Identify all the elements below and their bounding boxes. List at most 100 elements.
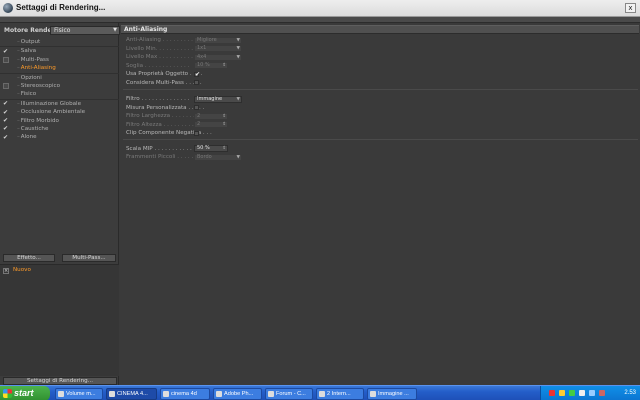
- stepper-arrows-icon: ⇕: [222, 63, 226, 68]
- filter-height-stepper[interactable]: 2 ⇕: [194, 121, 228, 128]
- settings-list-item-label: Nuovo: [13, 267, 31, 273]
- taskbar-task[interactable]: Volume m...: [55, 388, 103, 400]
- tree-item-multi-pass[interactable]: Multi-Pass: [0, 56, 119, 64]
- mip-scale-label: Scala MIP . . . . . . . . . . . .: [126, 145, 196, 152]
- task-app-icon: [216, 391, 222, 397]
- filter-width-stepper[interactable]: 2 ⇕: [194, 112, 228, 120]
- small-fragments-value: Bordo: [197, 153, 212, 160]
- tree-item-output[interactable]: Output: [0, 38, 119, 46]
- filter-height-row: Filtro Altezza . . . . . . . . . 2 ⇕: [126, 121, 426, 129]
- threshold-stepper[interactable]: 10 % ⇕: [194, 62, 228, 69]
- settings-tree: Output ✔ SalvaMulti-PassAnti-Aliasing Opzio…: [0, 38, 119, 142]
- filter-value: Immagine: [197, 95, 223, 102]
- filter-label: Filtro . . . . . . . . . . . . . .: [126, 96, 190, 102]
- security-icon[interactable]: [599, 390, 605, 396]
- clock: 2.53: [624, 390, 636, 396]
- tree-item-checkbox[interactable]: ✔: [3, 118, 9, 124]
- start-button[interactable]: start: [0, 386, 50, 400]
- stepper-arrows-icon: ⇕: [222, 113, 226, 119]
- task-app-icon: [268, 391, 274, 397]
- tree-item-checkbox[interactable]: ✔: [3, 48, 9, 55]
- renderer-select[interactable]: Fisico ▼: [50, 26, 120, 35]
- use-object-props-row: Usa Proprietà Oggetto . . . . ✔: [126, 70, 426, 78]
- tree-item-checkbox[interactable]: ✔: [3, 101, 9, 107]
- tree-item-alone[interactable]: ✔ Alone: [0, 133, 119, 141]
- chevron-down-icon: ▼: [236, 37, 240, 43]
- title-bar: Settaggi di Rendering... x: [0, 0, 640, 17]
- threshold-value: 10 %: [197, 62, 210, 68]
- render-settings-button[interactable]: Settaggi di Rendering...: [3, 377, 117, 385]
- filter-height-value: 2: [197, 121, 201, 127]
- taskbar-task[interactable]: cinema 4d: [160, 388, 210, 400]
- update-icon[interactable]: [569, 390, 575, 396]
- tree-item-label: Opzioni: [17, 74, 42, 82]
- close-button[interactable]: x: [625, 3, 636, 13]
- tree-item-label: Stereoscopico: [17, 82, 60, 90]
- tree-item-checkbox[interactable]: ✔: [3, 109, 9, 116]
- effect-button[interactable]: Effetto...: [3, 254, 55, 262]
- taskbar-task[interactable]: Adobe Ph...: [213, 388, 262, 400]
- small-fragments-label: Frammenti Piccoli . . . . . . .: [126, 154, 201, 160]
- tree-item-label: Salva: [17, 47, 36, 55]
- taskbar: start Volume m... CINEMA 4... cinema 4d Ado…: [0, 385, 640, 400]
- settings-list: × Nuovo: [0, 264, 119, 376]
- task-label: 2 Intern...: [327, 391, 351, 397]
- taskbar-task[interactable]: Forum - C...: [265, 388, 313, 400]
- display-icon[interactable]: [589, 390, 595, 396]
- volume-icon[interactable]: [579, 390, 585, 396]
- tree-item-occlusione-ambientale[interactable]: ✔ Occlusione Ambientale: [0, 108, 119, 116]
- consider-multipass-checkbox[interactable]: [194, 80, 199, 85]
- tree-item-checkbox[interactable]: [3, 66, 9, 72]
- clip-negative-checkbox[interactable]: [194, 130, 199, 136]
- stepper-arrows-icon: ⇕: [222, 122, 226, 127]
- multipass-button[interactable]: Multi-Pass...: [62, 254, 116, 262]
- tree-item-filtro-morbido[interactable]: ✔ Filtro Morbido: [0, 117, 119, 125]
- filter-width-row: Filtro Larghezza . . . . . . . . 2 ⇕: [126, 112, 426, 120]
- max-level-select[interactable]: 4x4 ▼: [194, 53, 242, 61]
- renderer-select-value: Fisico: [54, 27, 71, 34]
- antialiasing-panel: Anti-Aliasing Anti-Aliasing . . . . . . …: [120, 23, 640, 385]
- mip-scale-stepper[interactable]: 50 % ⇕: [194, 145, 228, 152]
- min-level-label: Livello Min. . . . . . . . . . .: [126, 45, 193, 52]
- custom-size-checkbox[interactable]: [194, 105, 199, 110]
- task-label: Immagine ...: [378, 391, 409, 397]
- tree-item-opzioni[interactable]: Opzioni: [0, 74, 119, 82]
- cinema4d-app-icon: [3, 3, 13, 13]
- tree-item-fisico[interactable]: Fisico: [0, 90, 119, 98]
- min-level-value: 1x1: [197, 45, 207, 51]
- chevron-down-icon: ▼: [236, 96, 240, 102]
- max-level-value: 4x4: [197, 53, 207, 60]
- task-label: Adobe Ph...: [224, 391, 254, 397]
- tree-item-salva[interactable]: ✔ Salva: [0, 47, 119, 55]
- tree-item-stereoscopico[interactable]: Stereoscopico: [0, 82, 119, 90]
- tree-item-caustiche[interactable]: ✔ Caustiche: [0, 125, 119, 133]
- small-fragments-select[interactable]: Bordo ▼: [194, 153, 242, 161]
- clip-negative-row: Clip Componente Negativa . . .: [126, 129, 426, 137]
- network-icon[interactable]: [559, 390, 565, 396]
- tree-item-label: Caustiche: [17, 125, 49, 133]
- filter-width-value: 2: [197, 112, 201, 119]
- taskbar-task[interactable]: 2 Intern...: [316, 388, 364, 400]
- max-level-label: Livello Max . . . . . . . . . .: [126, 54, 193, 60]
- task-app-icon: [58, 391, 64, 397]
- tree-item-illuminazione-globale[interactable]: ✔ Illuminazione Globale: [0, 100, 119, 108]
- use-object-props-checkbox[interactable]: ✔: [194, 71, 200, 77]
- tree-item-checkbox[interactable]: [3, 40, 9, 46]
- antivirus-icon[interactable]: [549, 390, 555, 396]
- tree-item-checkbox[interactable]: [3, 75, 9, 81]
- chevron-down-icon: ▼: [113, 27, 117, 33]
- taskbar-task[interactable]: Immagine ...: [367, 388, 417, 400]
- tree-item-checkbox[interactable]: ✔: [3, 126, 9, 132]
- antialiasing-select[interactable]: Migliore ▼: [194, 36, 242, 44]
- tree-item-checkbox[interactable]: [3, 83, 9, 90]
- tree-item-anti-aliasing[interactable]: Anti-Aliasing: [0, 64, 119, 72]
- min-level-select[interactable]: 1x1 ▼: [194, 45, 242, 52]
- tree-item-checkbox[interactable]: [3, 57, 9, 64]
- windows-logo-icon: [3, 389, 12, 398]
- filter-select[interactable]: Immagine ▼: [194, 95, 242, 103]
- enable-checkbox[interactable]: ×: [3, 268, 9, 274]
- taskbar-task[interactable]: CINEMA 4...: [106, 388, 157, 400]
- tree-item-checkbox[interactable]: [3, 92, 9, 98]
- tree-item-checkbox[interactable]: ✔: [3, 134, 9, 141]
- tree-item-label: Alone: [17, 133, 37, 141]
